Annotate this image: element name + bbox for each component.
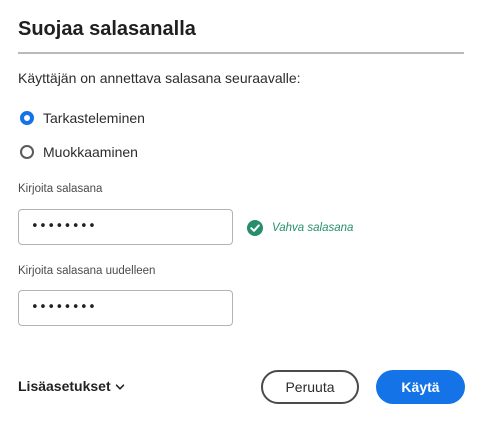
protect-with-password-dialog: Suojaa salasanalla Käyttäjän on annettav…: [0, 0, 480, 432]
check-circle-icon: [247, 220, 263, 236]
chevron-down-icon: [115, 384, 124, 390]
password-input[interactable]: ••••••••: [18, 209, 233, 245]
apply-button[interactable]: Käytä: [376, 370, 465, 404]
radio-option-editing[interactable]: Muokkaaminen: [20, 144, 138, 160]
title-divider: [18, 52, 464, 54]
password-strength-text: Vahva salasana: [272, 222, 354, 234]
password-strength-indicator: Vahva salasana: [247, 220, 353, 236]
cancel-button[interactable]: Peruuta: [261, 370, 359, 404]
advanced-settings-label: Lisäasetukset: [18, 378, 111, 394]
radio-label-editing: Muokkaaminen: [43, 144, 138, 160]
dialog-title: Suojaa salasanalla: [18, 18, 196, 40]
advanced-settings-toggle[interactable]: Lisäasetukset: [18, 378, 125, 394]
intro-text: Käyttäjän on annettava salasana seuraava…: [18, 70, 301, 86]
password-label: Kirjoita salasana: [18, 183, 103, 195]
confirm-password-label: Kirjoita salasana uudelleen: [18, 265, 156, 277]
radio-button-unchecked[interactable]: [20, 145, 34, 159]
confirm-password-input[interactable]: ••••••••: [18, 290, 233, 326]
radio-label-viewing: Tarkasteleminen: [43, 110, 145, 126]
radio-option-viewing[interactable]: Tarkasteleminen: [20, 110, 145, 126]
radio-button-checked[interactable]: [20, 111, 34, 125]
